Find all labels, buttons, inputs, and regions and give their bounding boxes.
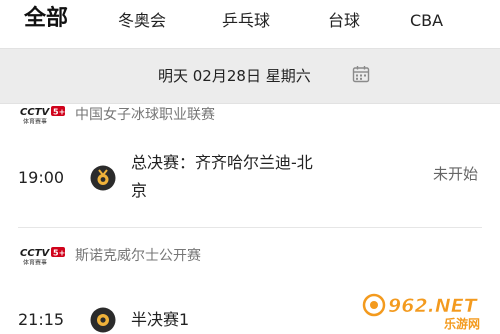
league-name: 斯诺克威尔士公开赛 (75, 248, 201, 264)
svg-text:5+: 5+ (53, 249, 65, 258)
match-time: 21:15 (18, 310, 65, 329)
league-name: 中国女子冰球职业联赛 (75, 107, 215, 123)
match-title: 总决赛：齐齐哈尔兰迪-北京 (131, 153, 313, 200)
match-status-badge: 未开始 (433, 165, 479, 183)
svg-text:体育赛事: 体育赛事 (23, 259, 47, 267)
calendar-icon[interactable] (352, 65, 370, 83)
tab-table-tennis[interactable]: 乒乓球 (222, 6, 270, 36)
svg-text:5+: 5+ (53, 108, 65, 117)
tab-all[interactable]: 全部 (24, 3, 68, 35)
ice-hockey-medal-icon (90, 165, 116, 191)
date-label: 明天 02月28日 星期六 (158, 67, 311, 85)
match-row[interactable]: 19:00 总决赛：齐齐哈尔兰迪-北京 未开始 (0, 148, 500, 210)
match-time: 19:00 (18, 168, 65, 187)
snooker-icon (90, 307, 116, 333)
league-header: CCTV 5+ 体育赛事 中国女子冰球职业联赛 (0, 103, 500, 129)
svg-text:CCTV: CCTV (20, 107, 50, 118)
svg-text:CCTV: CCTV (20, 248, 50, 259)
date-bar[interactable]: 明天 02月28日 星期六 (0, 48, 500, 104)
cctv5-plus-logo: CCTV 5+ 体育赛事 (20, 247, 65, 267)
cctv5-plus-logo: CCTV 5+ 体育赛事 (20, 106, 65, 126)
watermark-text: 962.NET (388, 295, 479, 317)
match-title: 半决赛1 (131, 310, 190, 329)
tab-cba[interactable]: CBA (410, 6, 443, 36)
category-tabs: 全部 冬奥会 乒乓球 台球 CBA (0, 0, 500, 48)
league-header: CCTV 5+ 体育赛事 斯诺克威尔士公开赛 (0, 244, 500, 270)
watermark-logo: 962.NET 乐游网 (362, 293, 480, 331)
tab-billiards[interactable]: 台球 (328, 6, 360, 36)
svg-text:体育赛事: 体育赛事 (23, 118, 47, 126)
divider (18, 227, 482, 228)
watermark-sub: 乐游网 (444, 316, 480, 331)
tab-winter-olympics[interactable]: 冬奥会 (118, 6, 166, 36)
